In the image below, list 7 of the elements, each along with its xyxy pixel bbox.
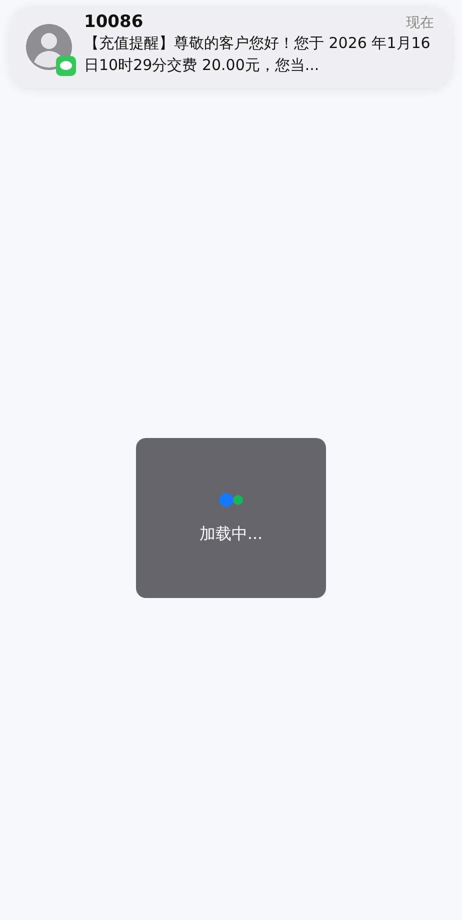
message-app-icon: [56, 56, 76, 76]
message-preview: 【充值提醒】尊敬的客户您好！您于 2026 年1月16日10时29分交费 20.00元，您当...: [84, 33, 432, 76]
notification-time: 现在: [406, 14, 434, 32]
sender-name: 10086: [84, 12, 144, 32]
loading-text: 加载中...: [199, 524, 263, 544]
loading-dots-icon: [218, 492, 244, 508]
notification-toast[interactable]: 10086 现在 【充值提醒】尊敬的客户您好！您于 2026 年1月16日10时29分交费 20.00元，您当...: [10, 6, 452, 88]
